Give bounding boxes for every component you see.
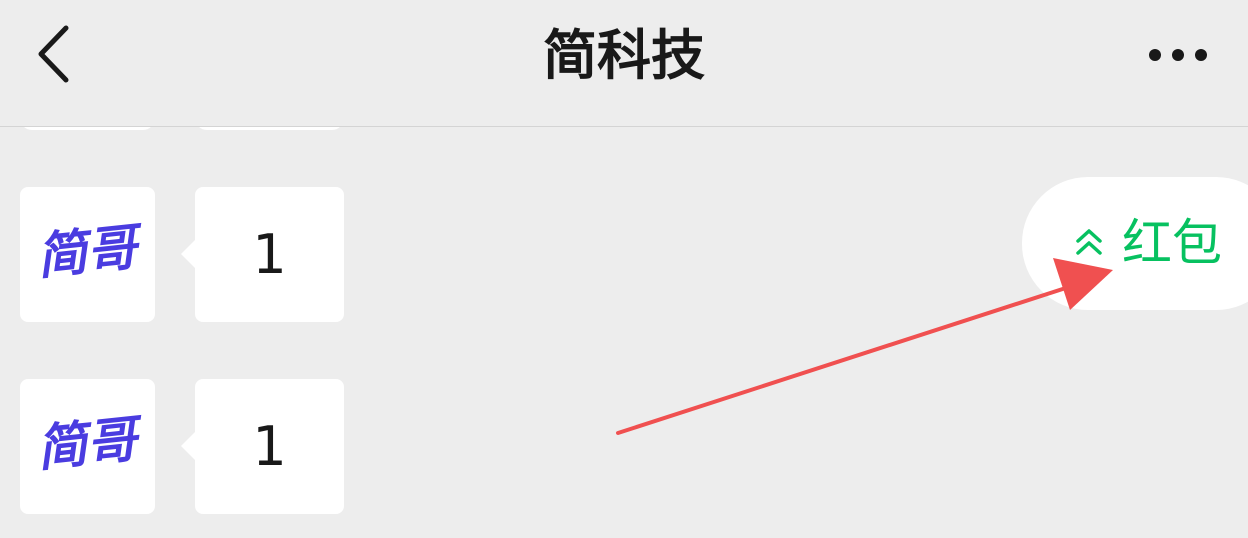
red-packet-label: 红包 [1122, 214, 1222, 272]
message-text: 1 [252, 223, 287, 286]
avatar[interactable]: 简哥 [20, 379, 155, 514]
svg-text:简哥: 简哥 [34, 409, 147, 478]
avatar-logo: 简哥 [34, 409, 147, 478]
page-title: 简科技 [543, 24, 705, 87]
message-text: 1 [252, 415, 287, 478]
more-dots-icon [1149, 49, 1207, 61]
avatar[interactable]: 简哥 [20, 187, 155, 322]
red-packet-button[interactable]: 红包 [1022, 177, 1248, 310]
avatar-logo: 简哥 [34, 217, 147, 286]
more-button[interactable] [1140, 28, 1220, 82]
double-chevron-up-icon [1076, 229, 1102, 255]
top-bar: 简科技 [0, 0, 1248, 127]
message-row: 简哥 1 [0, 379, 1248, 515]
message-bubble[interactable]: 1 [181, 187, 344, 322]
svg-text:简哥: 简哥 [34, 217, 147, 286]
message-bubble[interactable]: 1 [181, 379, 344, 514]
